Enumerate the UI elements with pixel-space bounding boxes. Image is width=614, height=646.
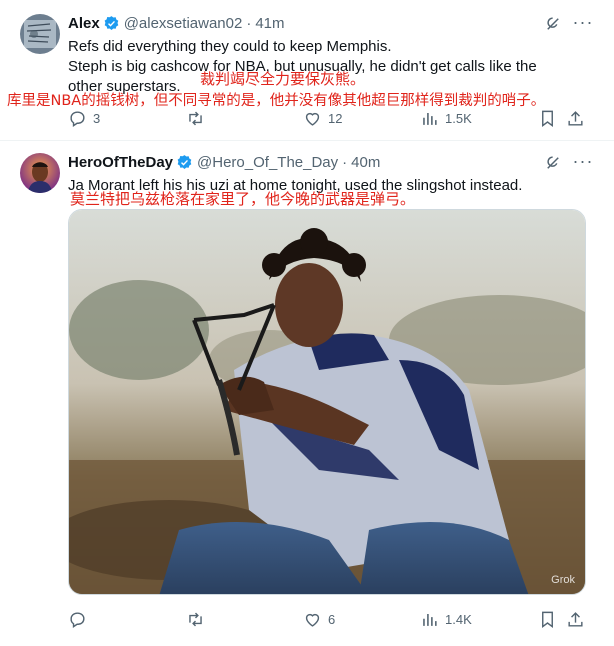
verified-badge-icon [176,154,193,171]
more-icon[interactable]: ··· [572,13,594,33]
grok-icon[interactable] [544,15,562,33]
repost-button[interactable] [186,607,211,631]
more-icon[interactable]: ··· [572,152,594,172]
verified-badge-icon [103,15,120,32]
views-button[interactable]: 1.4K [420,607,472,631]
reply-icon [70,611,85,628]
avatar[interactable] [20,153,60,193]
display-name[interactable]: Alex [68,15,100,32]
action-bar: 6 1.4K [60,607,590,631]
like-count: 6 [328,611,336,627]
reply-button[interactable] [68,607,93,631]
share-icon[interactable] [566,106,585,130]
separator-dot: · [246,14,252,32]
separator-dot: · [342,153,348,171]
display-name[interactable]: HeroOfTheDay [68,154,173,171]
like-icon [305,613,320,627]
reply-count: 3 [93,110,101,126]
view-count: 1.4K [445,611,472,627]
bookmark-icon[interactable] [538,106,557,130]
views-icon [423,613,437,626]
reply-button[interactable]: 3 [68,106,100,130]
like-icon [305,112,320,126]
repost-icon [189,111,202,125]
repost-button[interactable] [186,106,211,130]
views-button[interactable]: 1.5K [420,106,472,130]
reply-icon [70,110,85,127]
like-button[interactable]: 6 [303,607,335,631]
like-button[interactable]: 12 [303,106,342,130]
tweet-heroofthedat[interactable]: HeroOfTheDay @Hero_Of_The_Day · 40m ··· … [0,141,614,646]
share-icon[interactable] [566,607,585,631]
translation-line: 裁判竭尽全力要保灰熊。 [200,70,366,88]
grok-icon[interactable] [544,154,562,172]
action-bar: 3 12 1.5K [60,106,590,130]
like-count: 12 [328,110,343,126]
bookmark-icon[interactable] [538,607,557,631]
repost-icon [189,612,202,626]
timestamp[interactable]: 41m [255,15,284,32]
avatar[interactable] [20,14,60,54]
tweet-alex[interactable]: Alex @alexsetiawan02 · 41m ··· Refs did … [0,0,614,141]
handle[interactable]: @Hero_Of_The_Day [197,154,338,171]
tweet-header: HeroOfTheDay @Hero_Of_The_Day · 40m [68,152,380,172]
handle[interactable]: @alexsetiawan02 [124,15,243,32]
timestamp[interactable]: 40m [351,154,380,171]
view-count: 1.5K [445,110,472,126]
tweet-text-line: Refs did everything they could to keep M… [68,38,392,55]
grok-watermark: Grok [551,574,575,586]
tweet-header: Alex @alexsetiawan02 · 41m [68,13,285,33]
tweet-image[interactable]: Grok [68,209,586,595]
translation-line: 莫兰特把乌兹枪落在家里了，他今晚的武器是弹弓。 [70,190,416,208]
views-icon [423,112,437,125]
